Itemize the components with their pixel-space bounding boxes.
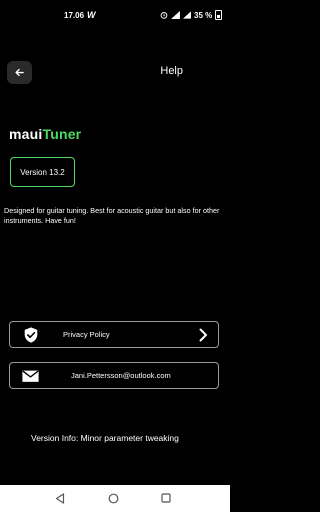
- square-recents-icon[interactable]: [161, 493, 171, 503]
- app-logo: mauiTuner: [9, 126, 81, 142]
- battery-icon: [215, 10, 223, 20]
- logo-part-1: maui: [9, 126, 43, 142]
- email-contact-button[interactable]: Jani.Pettersson@outlook.com: [9, 362, 219, 389]
- status-bar: 17.06 W 35 %: [0, 0, 230, 30]
- app-description: Designed for guitar tuning. Best for aco…: [4, 206, 220, 225]
- signal-icon-2: [183, 11, 191, 19]
- status-time: 17.06: [64, 11, 85, 20]
- page-title: Help: [160, 65, 183, 77]
- system-navigation-bar: [0, 485, 230, 512]
- privacy-policy-label: Privacy Policy: [63, 330, 110, 339]
- app-notification-icon: W: [87, 10, 96, 20]
- alarm-icon: [160, 12, 168, 19]
- shield-check-icon: [24, 327, 38, 343]
- version-label: Version 13.2: [20, 167, 65, 177]
- battery-percent: 35 %: [194, 10, 213, 20]
- envelope-icon: [22, 370, 39, 382]
- logo-part-2: Tuner: [42, 126, 82, 142]
- version-info: Version Info: Minor parameter tweaking: [31, 433, 179, 443]
- status-indicators: 35 %: [160, 10, 223, 20]
- signal-icon: [171, 11, 180, 19]
- version-badge: Version 13.2: [10, 157, 75, 187]
- triangle-back-icon[interactable]: [55, 493, 65, 504]
- email-label: Jani.Pettersson@outlook.com: [71, 371, 171, 380]
- circle-home-icon[interactable]: [108, 493, 119, 504]
- chevron-right-icon: [199, 328, 207, 342]
- privacy-policy-button[interactable]: Privacy Policy: [9, 321, 219, 348]
